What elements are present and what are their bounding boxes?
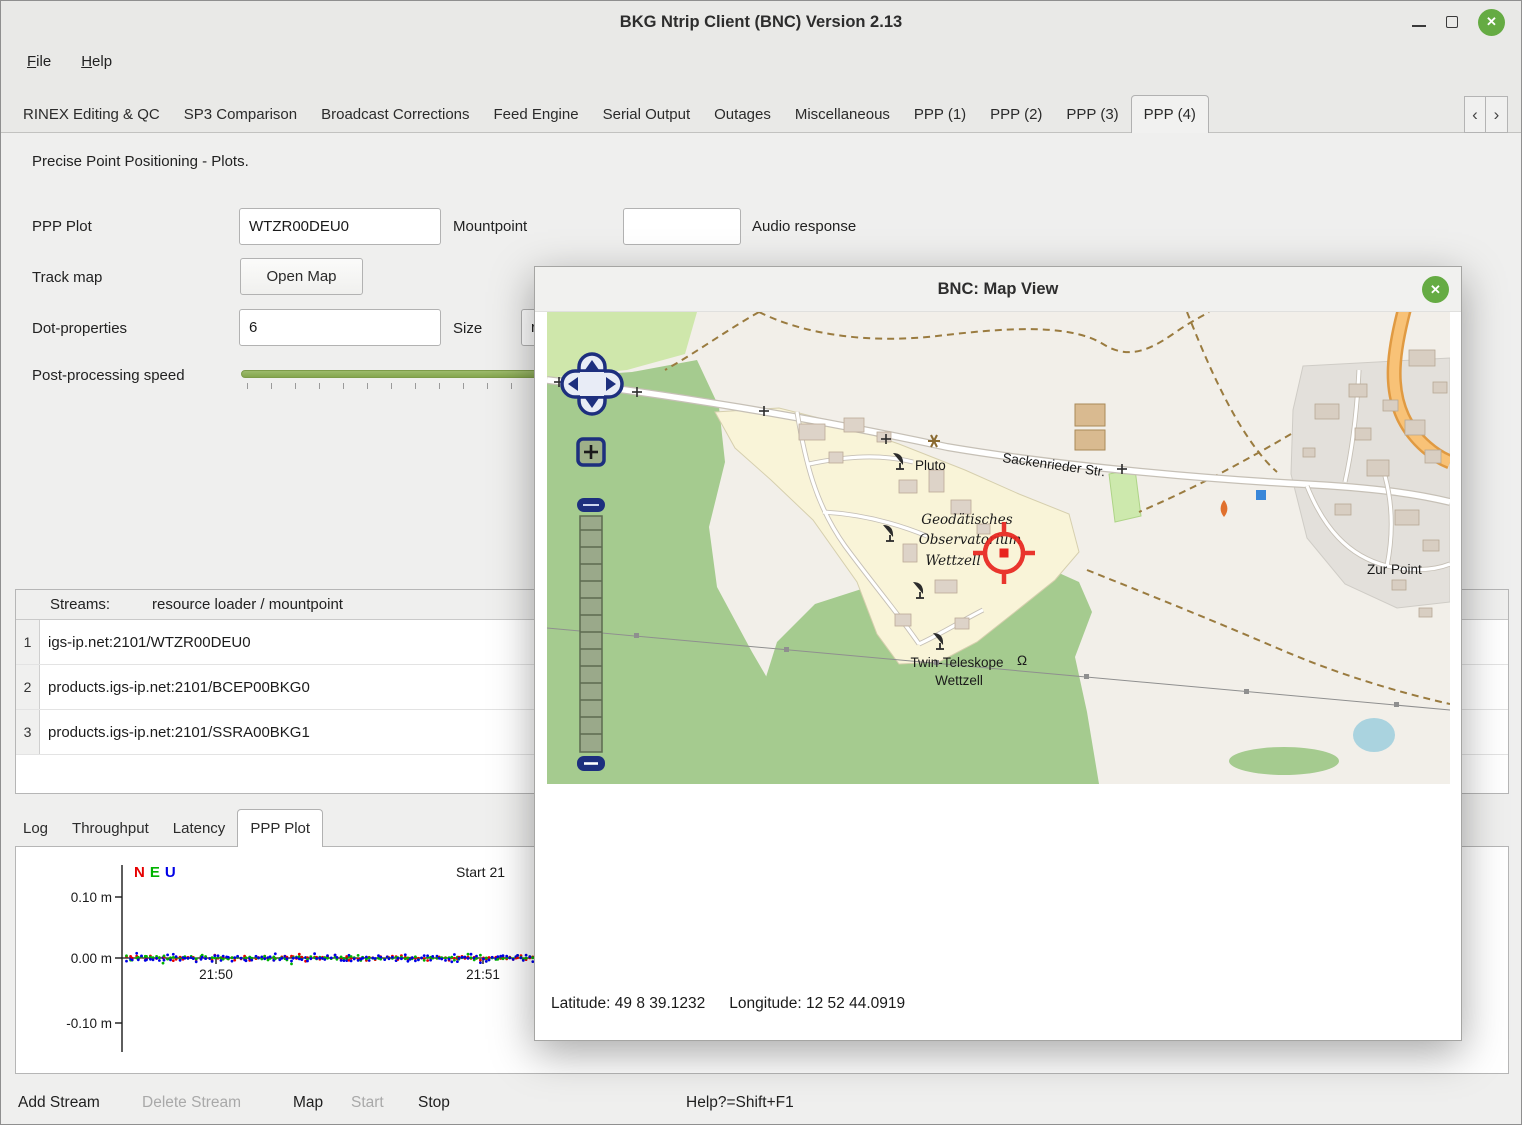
ppp-plot-label: PPP Plot (32, 218, 92, 235)
menubar: File Help (1, 43, 1521, 79)
streams-title: Streams: (50, 596, 110, 613)
stream-url: igs-ip.net:2101/WTZR00DEU0 (48, 620, 251, 664)
map-button[interactable]: Map (293, 1094, 323, 1112)
plot-start-label: Start 21 (456, 864, 505, 880)
main-tabbar: RINEX Editing & QC SP3 Comparison Broadc… (11, 95, 1459, 133)
open-map-button[interactable]: Open Map (240, 258, 363, 295)
tab-throughput[interactable]: Throughput (60, 809, 161, 847)
mountpoint-label: Mountpoint (453, 218, 527, 235)
y-tick-label: -0.10 m (66, 1016, 112, 1031)
window-title: BKG Ntrip Client (BNC) Version 2.13 (620, 13, 902, 32)
track-map-label: Track map (32, 269, 102, 286)
mountpoint-input[interactable] (623, 208, 741, 245)
x-tick-label: 21:51 (466, 967, 500, 982)
pond (1353, 718, 1395, 752)
streams-column-header: resource loader / mountpoint (152, 596, 343, 613)
ppp-plot-input[interactable] (239, 208, 441, 245)
titlebar: BKG Ntrip Client (BNC) Version 2.13 ✕ (1, 1, 1521, 43)
dot-properties-label: Dot-properties (32, 320, 127, 337)
tab-sp3-comparison[interactable]: SP3 Comparison (172, 95, 309, 133)
post-processing-label: Post-processing speed (32, 367, 185, 384)
tab-serial-output[interactable]: Serial Output (591, 95, 703, 133)
tab-rinex-editing[interactable]: RINEX Editing & QC (11, 95, 172, 133)
tab-ppp-4[interactable]: PPP (4) (1131, 95, 1209, 133)
longitude-value: Longitude: 12 52 44.0919 (729, 995, 905, 1012)
y-tick-label: 0.10 m (71, 890, 112, 905)
map-view-dialog: BNC: Map View ✕ (534, 266, 1462, 1041)
maximize-icon[interactable] (1446, 16, 1458, 28)
blue-marker (1256, 490, 1266, 500)
tab-latency[interactable]: Latency (161, 809, 238, 847)
post-processing-slider-ticks (247, 383, 577, 389)
audio-response-label: Audio response (752, 218, 856, 235)
delete-stream-button[interactable]: Delete Stream (142, 1094, 241, 1112)
map-label-zur-point: Zur Point (1367, 562, 1422, 577)
menu-file[interactable]: File (19, 49, 59, 74)
map-coordinates: Latitude: 49 8 39.1232 Longitude: 12 52 4… (551, 995, 905, 1013)
stream-url: products.igs-ip.net:2101/SSRA00BKG1 (48, 710, 310, 754)
position-marker (1000, 549, 1009, 558)
tab-ppp-2[interactable]: PPP (2) (978, 95, 1054, 133)
menu-help[interactable]: Help (73, 49, 120, 74)
start-button[interactable]: Start (351, 1094, 384, 1112)
bnc-main-window: BKG Ntrip Client (BNC) Version 2.13 ✕ Fi… (0, 0, 1522, 1125)
tab-outages[interactable]: Outages (702, 95, 783, 133)
row-index: 1 (16, 620, 40, 664)
latitude-value: Latitude: 49 8 39.1232 (551, 995, 705, 1012)
map-dialog-titlebar: BNC: Map View ✕ (535, 267, 1461, 312)
row-index: 3 (16, 710, 40, 754)
legend-n: N (134, 864, 146, 881)
tab-log[interactable]: Log (11, 809, 60, 847)
tab-feed-engine[interactable]: Feed Engine (482, 95, 591, 133)
panel-description: Precise Point Positioning - Plots. (32, 153, 249, 170)
y-tick-label: 0.00 m (71, 951, 112, 966)
size-label: Size (453, 320, 482, 337)
dot-properties-input[interactable] (239, 309, 441, 346)
tab-scroll-left-icon[interactable]: ‹ (1464, 96, 1486, 133)
help-shortcut-label: Help?=Shift+F1 (686, 1094, 794, 1112)
map-canvas[interactable]: Pluto Sackenrieder Str. Geodätisches Obs… (547, 312, 1450, 784)
map-dialog-title: BNC: Map View (938, 280, 1059, 299)
legend-u: U (165, 864, 177, 881)
tab-scroll-right-icon[interactable]: › (1486, 96, 1508, 133)
tab-ppp-1[interactable]: PPP (1) (902, 95, 978, 133)
tab-broadcast-corrections[interactable]: Broadcast Corrections (309, 95, 481, 133)
log-tabbar: Log Throughput Latency PPP Plot (11, 809, 323, 847)
close-icon[interactable]: ✕ (1478, 9, 1505, 36)
dialog-close-icon[interactable]: ✕ (1422, 276, 1449, 303)
tab-miscellaneous[interactable]: Miscellaneous (783, 95, 902, 133)
x-tick-label: 21:50 (199, 967, 233, 982)
svg-text:Geodätisches: Geodätisches (921, 512, 1013, 528)
minimize-icon[interactable] (1412, 25, 1426, 27)
map-label-pluto: Pluto (915, 458, 946, 473)
map-label-twin-telescope-2: Wettzell (935, 673, 983, 688)
svg-text:Wettzell: Wettzell (925, 553, 980, 569)
plot-legend: NEU (134, 864, 181, 881)
legend-e: E (150, 864, 161, 881)
stop-button[interactable]: Stop (418, 1094, 450, 1112)
row-index: 2 (16, 665, 40, 709)
tab-ppp-3[interactable]: PPP (3) (1054, 95, 1130, 133)
add-stream-button[interactable]: Add Stream (18, 1094, 100, 1112)
tab-ppp-plot[interactable]: PPP Plot (237, 809, 323, 847)
stream-url: products.igs-ip.net:2101/BCEP00BKG0 (48, 665, 310, 709)
map-label-twin-telescope: Twin-Teleskope (910, 655, 1003, 670)
map-label-omega: Ω (1017, 653, 1027, 668)
